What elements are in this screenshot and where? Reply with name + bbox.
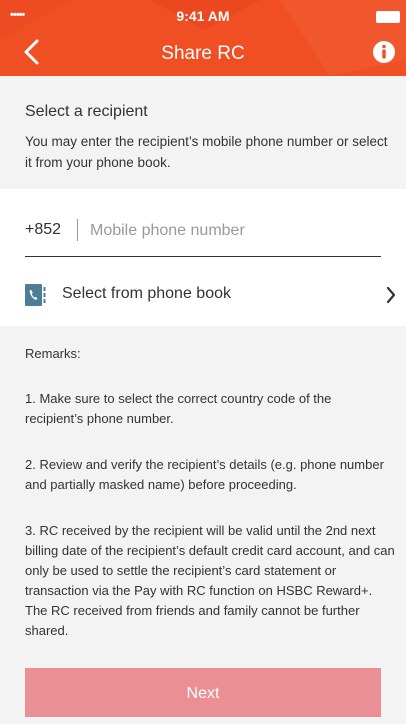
select-phonebook-row[interactable]: Select from phone book bbox=[0, 275, 406, 315]
chevron-right-icon bbox=[386, 286, 396, 304]
remark-item: 3. RC received by the recipient will be … bbox=[25, 523, 395, 638]
next-button[interactable]: Next bbox=[25, 668, 381, 717]
country-code[interactable]: +852 bbox=[25, 221, 61, 239]
app-header: ••••• 9:41 AM Share RC bbox=[0, 0, 406, 76]
remark-item: 1. Make sure to select the correct count… bbox=[25, 391, 332, 426]
info-icon[interactable] bbox=[372, 40, 396, 64]
intro-section: Select a recipient You may enter the rec… bbox=[0, 76, 406, 189]
remarks-title: Remarks: bbox=[25, 346, 81, 361]
mobile-phone-input[interactable] bbox=[90, 217, 380, 245]
field-separator bbox=[77, 219, 78, 241]
recipient-form: +852 Select from phone book bbox=[0, 189, 406, 326]
remark-item: 2. Review and verify the recipient’s det… bbox=[25, 457, 384, 492]
section-description: You may enter the recipient’s mobile pho… bbox=[25, 134, 388, 170]
status-time: 9:41 AM bbox=[176, 8, 230, 24]
field-underline bbox=[25, 256, 381, 257]
page-title: Share RC bbox=[161, 43, 245, 64]
section-heading: Select a recipient bbox=[25, 103, 148, 120]
phonebook-icon bbox=[25, 284, 46, 306]
battery-icon bbox=[376, 11, 400, 23]
status-bar: ••••• 9:41 AM bbox=[0, 8, 406, 24]
phonebook-label: Select from phone book bbox=[62, 285, 231, 302]
